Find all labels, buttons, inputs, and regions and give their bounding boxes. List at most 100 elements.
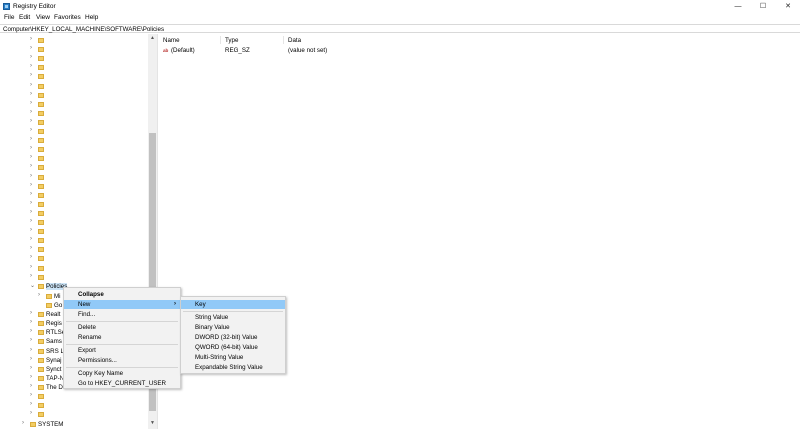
expand-chevron-icon[interactable]: › <box>30 356 32 362</box>
menu-favorites[interactable]: Favorites <box>54 14 81 21</box>
submenu-item-key[interactable]: Key <box>181 300 285 309</box>
expand-chevron-icon[interactable]: › <box>30 145 32 151</box>
menu-item-permissions[interactable]: Permissions... <box>64 356 180 365</box>
tree-item[interactable]: › <box>0 136 148 145</box>
menu-item-delete[interactable]: Delete <box>64 323 180 332</box>
expand-chevron-icon[interactable]: › <box>30 264 32 270</box>
close-button[interactable]: ✕ <box>777 1 799 12</box>
maximize-button[interactable]: ☐ <box>752 1 774 12</box>
tree-item-system[interactable]: › SYSTEM <box>0 420 148 429</box>
tree-item[interactable]: › <box>0 410 148 419</box>
expand-chevron-icon[interactable]: › <box>30 100 32 106</box>
expand-chevron-icon[interactable]: › <box>30 209 32 215</box>
expand-chevron-icon[interactable]: › <box>30 410 32 416</box>
expand-chevron-icon[interactable]: › <box>30 383 32 389</box>
tree-item[interactable]: › <box>0 191 148 200</box>
menu-item-new[interactable]: New › <box>64 300 180 309</box>
menu-item-copy-key-name[interactable]: Copy Key Name <box>64 369 180 378</box>
tree-item[interactable]: › <box>0 245 148 254</box>
submenu-item-string-value[interactable]: String Value <box>181 313 285 322</box>
tree-item[interactable]: › <box>0 392 148 401</box>
submenu-item-qword-value[interactable]: QWORD (64-bit) Value <box>181 343 285 352</box>
expand-chevron-icon[interactable]: › <box>30 54 32 60</box>
expand-chevron-icon[interactable]: › <box>30 374 32 380</box>
tree-item[interactable]: › <box>0 36 148 45</box>
tree-item[interactable]: › <box>0 209 148 218</box>
expand-chevron-icon[interactable]: › <box>30 401 32 407</box>
expand-chevron-icon[interactable]: › <box>30 136 32 142</box>
tree-item[interactable]: › <box>0 63 148 72</box>
tree-item[interactable]: › <box>0 254 148 263</box>
expand-chevron-icon[interactable]: › <box>30 182 32 188</box>
expand-chevron-icon[interactable]: › <box>30 310 32 316</box>
expand-chevron-icon[interactable]: › <box>30 347 32 353</box>
expand-chevron-icon[interactable]: › <box>30 392 32 398</box>
address-bar[interactable]: Computer\HKEY_LOCAL_MACHINE\SOFTWARE\Pol… <box>0 24 800 33</box>
minimize-button[interactable]: — <box>727 1 749 12</box>
tree-item[interactable]: › <box>0 264 148 273</box>
tree-item[interactable]: › <box>0 200 148 209</box>
tree-item[interactable]: › <box>0 72 148 81</box>
submenu-item-multi-string-value[interactable]: Multi-String Value <box>181 353 285 362</box>
tree-item[interactable]: › <box>0 182 148 191</box>
tree-item[interactable]: › <box>0 82 148 91</box>
expand-chevron-icon[interactable]: › <box>30 227 32 233</box>
tree-item[interactable]: › <box>0 273 148 282</box>
column-header-type[interactable]: Type <box>225 37 238 44</box>
tree-item[interactable]: › <box>0 118 148 127</box>
expand-chevron-icon[interactable]: › <box>30 365 32 371</box>
menu-view[interactable]: View <box>36 14 50 21</box>
column-header-data[interactable]: Data <box>288 37 301 44</box>
column-separator[interactable] <box>220 36 221 44</box>
column-separator[interactable] <box>283 36 284 44</box>
tree-item[interactable]: › <box>0 91 148 100</box>
expand-chevron-icon[interactable]: › <box>30 254 32 260</box>
tree-item[interactable]: › <box>0 154 148 163</box>
expand-chevron-icon[interactable]: › <box>30 328 32 334</box>
menu-help[interactable]: Help <box>85 14 98 21</box>
expand-chevron-icon[interactable]: › <box>30 36 32 42</box>
expand-chevron-icon[interactable]: › <box>30 273 32 279</box>
expand-chevron-icon[interactable]: › <box>30 109 32 115</box>
submenu-item-expandable-string-value[interactable]: Expandable String Value <box>181 363 285 372</box>
expand-chevron-icon[interactable]: › <box>30 45 32 51</box>
menu-item-collapse[interactable]: Collapse <box>64 290 180 299</box>
expand-chevron-icon[interactable]: › <box>30 200 32 206</box>
menu-item-export[interactable]: Export <box>64 346 180 355</box>
expand-chevron-icon[interactable]: › <box>30 337 32 343</box>
expand-chevron-icon[interactable]: › <box>30 72 32 78</box>
tree-item[interactable]: › <box>0 109 148 118</box>
expand-chevron-icon[interactable]: › <box>30 191 32 197</box>
menu-edit[interactable]: Edit <box>19 14 30 21</box>
tree-item[interactable]: › <box>0 236 148 245</box>
scroll-up-icon[interactable]: ▲ <box>149 35 156 42</box>
tree-item[interactable]: › <box>0 145 148 154</box>
tree-item[interactable]: › <box>0 218 148 227</box>
tree-item[interactable]: › <box>0 163 148 172</box>
scroll-down-icon[interactable]: ▼ <box>149 420 156 427</box>
menu-item-find[interactable]: Find... <box>64 310 180 319</box>
expand-chevron-icon[interactable]: › <box>30 91 32 97</box>
submenu-item-dword-value[interactable]: DWORD (32-bit) Value <box>181 333 285 342</box>
expand-chevron-icon[interactable]: › <box>38 292 40 298</box>
expand-chevron-icon[interactable]: › <box>30 82 32 88</box>
expand-chevron-icon[interactable]: › <box>30 63 32 69</box>
expand-chevron-icon[interactable]: › <box>30 236 32 242</box>
tree-item[interactable]: › <box>0 401 148 410</box>
menu-file[interactable]: File <box>4 14 14 21</box>
expand-chevron-icon[interactable]: › <box>30 319 32 325</box>
menu-item-goto-hkcu[interactable]: Go to HKEY_CURRENT_USER <box>64 379 180 388</box>
expand-chevron-icon[interactable]: › <box>30 163 32 169</box>
submenu-item-binary-value[interactable]: Binary Value <box>181 323 285 332</box>
expand-chevron-icon[interactable]: › <box>30 173 32 179</box>
expand-chevron-icon[interactable]: › <box>30 127 32 133</box>
expand-chevron-icon[interactable]: › <box>30 154 32 160</box>
expand-chevron-icon[interactable]: › <box>30 245 32 251</box>
expand-chevron-icon[interactable]: › <box>30 218 32 224</box>
menu-item-rename[interactable]: Rename <box>64 333 180 342</box>
tree-item[interactable]: › <box>0 45 148 54</box>
column-header-name[interactable]: Name <box>163 37 180 44</box>
tree-item[interactable]: › <box>0 127 148 136</box>
tree-item[interactable]: › <box>0 100 148 109</box>
expand-chevron-icon[interactable]: › <box>22 420 24 426</box>
